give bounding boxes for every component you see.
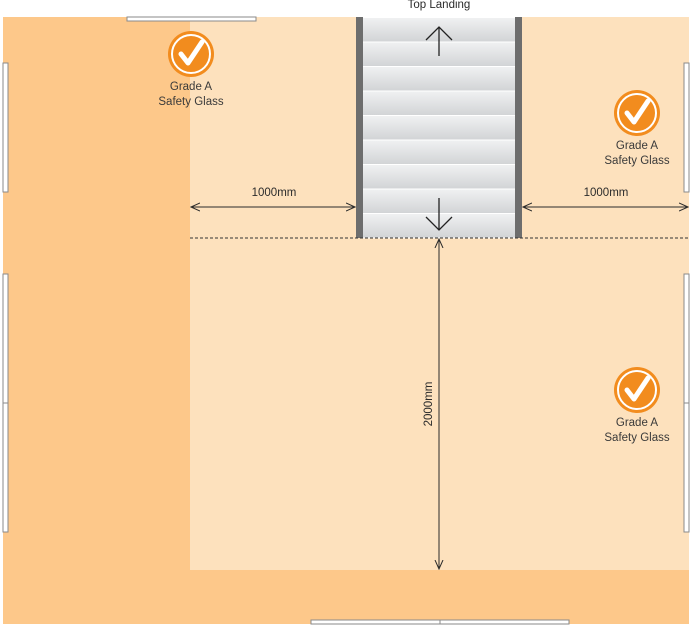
dimension-label-right: 1000mm [583, 187, 629, 199]
window-bottom-b [439, 619, 570, 625]
top-landing-label: Top Landing [407, 0, 471, 11]
badge-caption-line1: Grade A [169, 81, 213, 93]
stair-tread [362, 139, 515, 164]
window-left-lower-b [2, 402, 9, 533]
window-left-upper [2, 62, 9, 193]
badge-caption-line1: Grade A [615, 140, 659, 152]
stair-tread [362, 164, 515, 189]
check-badge-2 [614, 90, 660, 136]
badge-caption-line2: Safety Glass [604, 432, 670, 444]
window-left-lower-a [2, 273, 9, 404]
badge-caption-1: Grade A Safety Glass [141, 80, 241, 110]
check-badge-1 [168, 31, 214, 77]
badge-caption-2: Grade A Safety Glass [587, 139, 687, 169]
window-right-lower-a [683, 273, 690, 404]
dimension-label-vertical: 2000mm [423, 382, 435, 427]
staircase [356, 17, 522, 239]
window-right-upper [683, 62, 690, 193]
stair-tread [362, 90, 515, 115]
stair-stringer-left [356, 17, 363, 238]
badge-caption-line2: Safety Glass [158, 96, 224, 108]
badge-caption-line2: Safety Glass [604, 155, 670, 167]
diagram-canvas: 2000mm [2, 16, 690, 625]
window-bottom-a [310, 619, 441, 625]
dimension-label-left: 1000mm [251, 187, 297, 199]
check-badge-3 [614, 367, 660, 413]
stair-stringer-right [515, 17, 522, 238]
badge-caption-line1: Grade A [615, 417, 659, 429]
stair-tread [362, 115, 515, 140]
stair-safety-diagram: 2000mm Top Landing 1000mm 1000mm Grade A… [0, 0, 694, 628]
window-top [126, 16, 257, 22]
stair-tread [362, 66, 515, 91]
badge-caption-3: Grade A Safety Glass [587, 416, 687, 446]
